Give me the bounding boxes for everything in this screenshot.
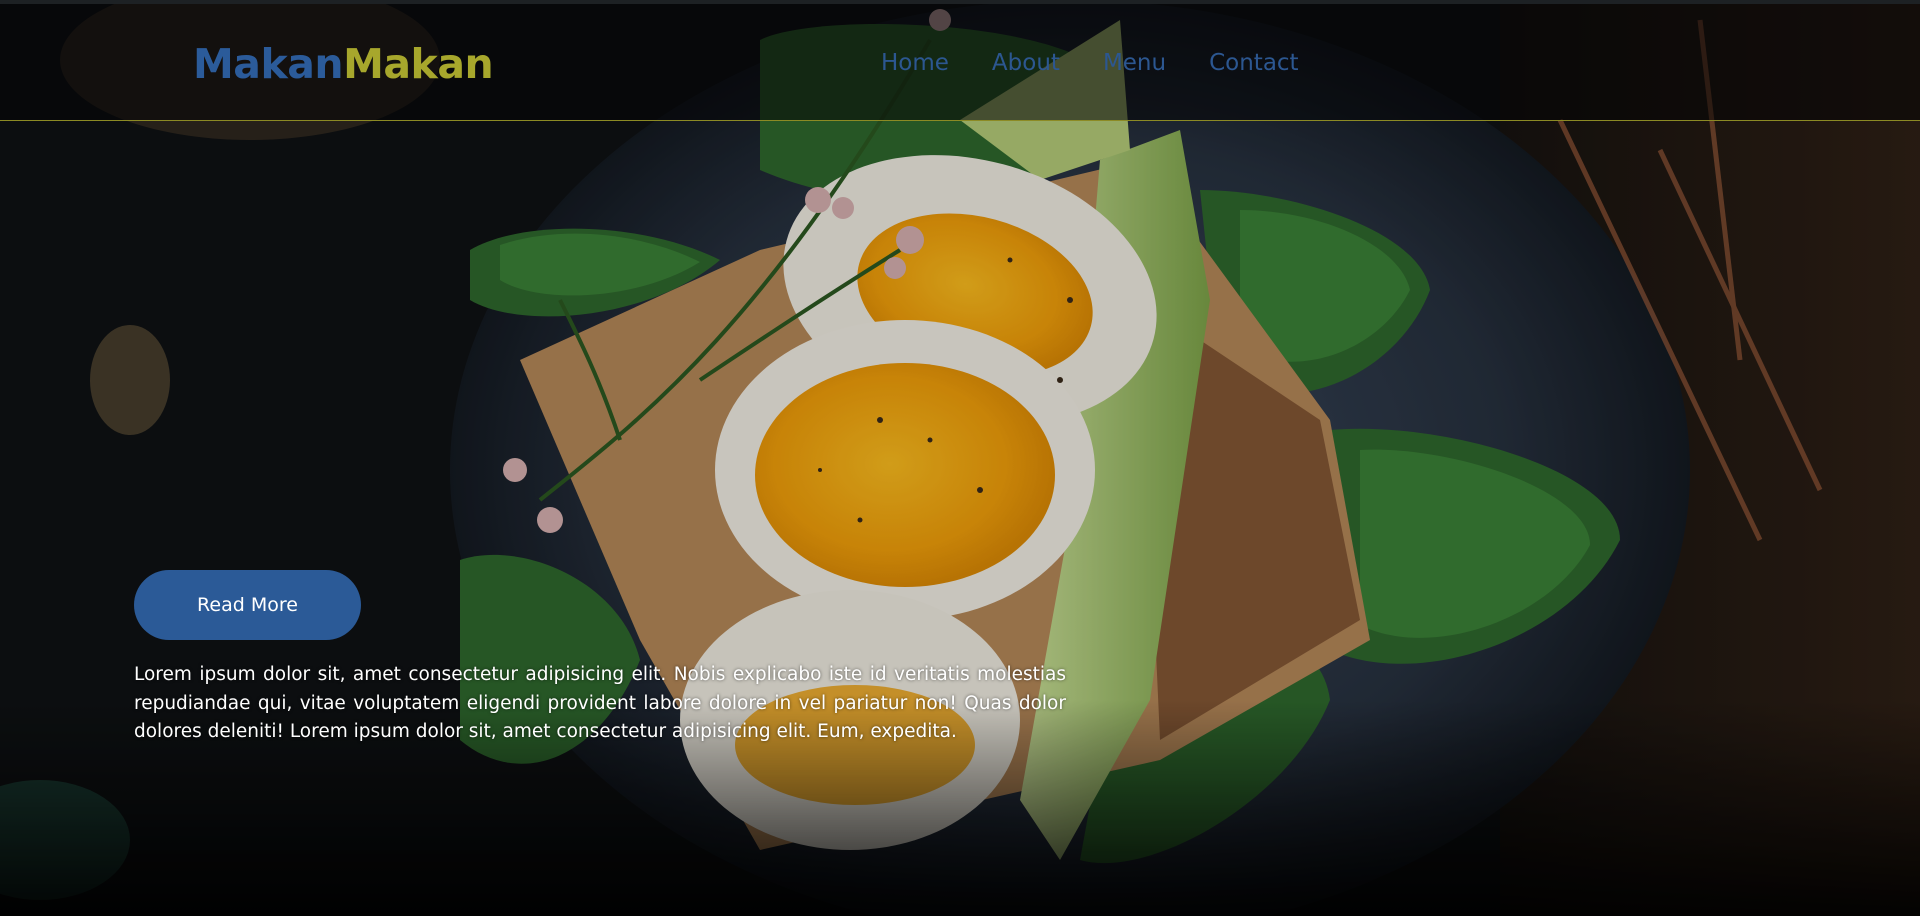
- brand-logo[interactable]: MakanMakan: [193, 40, 494, 88]
- main-nav: Home About Menu Contact: [881, 50, 1342, 76]
- nav-link-about[interactable]: About: [992, 50, 1060, 76]
- hero-background-image: [0, 0, 1920, 916]
- nav-link-menu[interactable]: Menu: [1103, 50, 1166, 76]
- read-more-button[interactable]: Read More: [134, 570, 361, 640]
- nav-link-contact[interactable]: Contact: [1209, 50, 1298, 76]
- hero-section: MakanMakan Home About Menu Contact Read …: [0, 0, 1920, 916]
- brand-logo-part-1: Makan: [193, 40, 344, 88]
- hero-description: Lorem ipsum dolor sit, amet consectetur …: [134, 664, 1066, 742]
- navbar: MakanMakan Home About Menu Contact: [0, 4, 1920, 121]
- brand-logo-part-2: Makan: [343, 40, 494, 88]
- nav-link-home[interactable]: Home: [881, 50, 949, 76]
